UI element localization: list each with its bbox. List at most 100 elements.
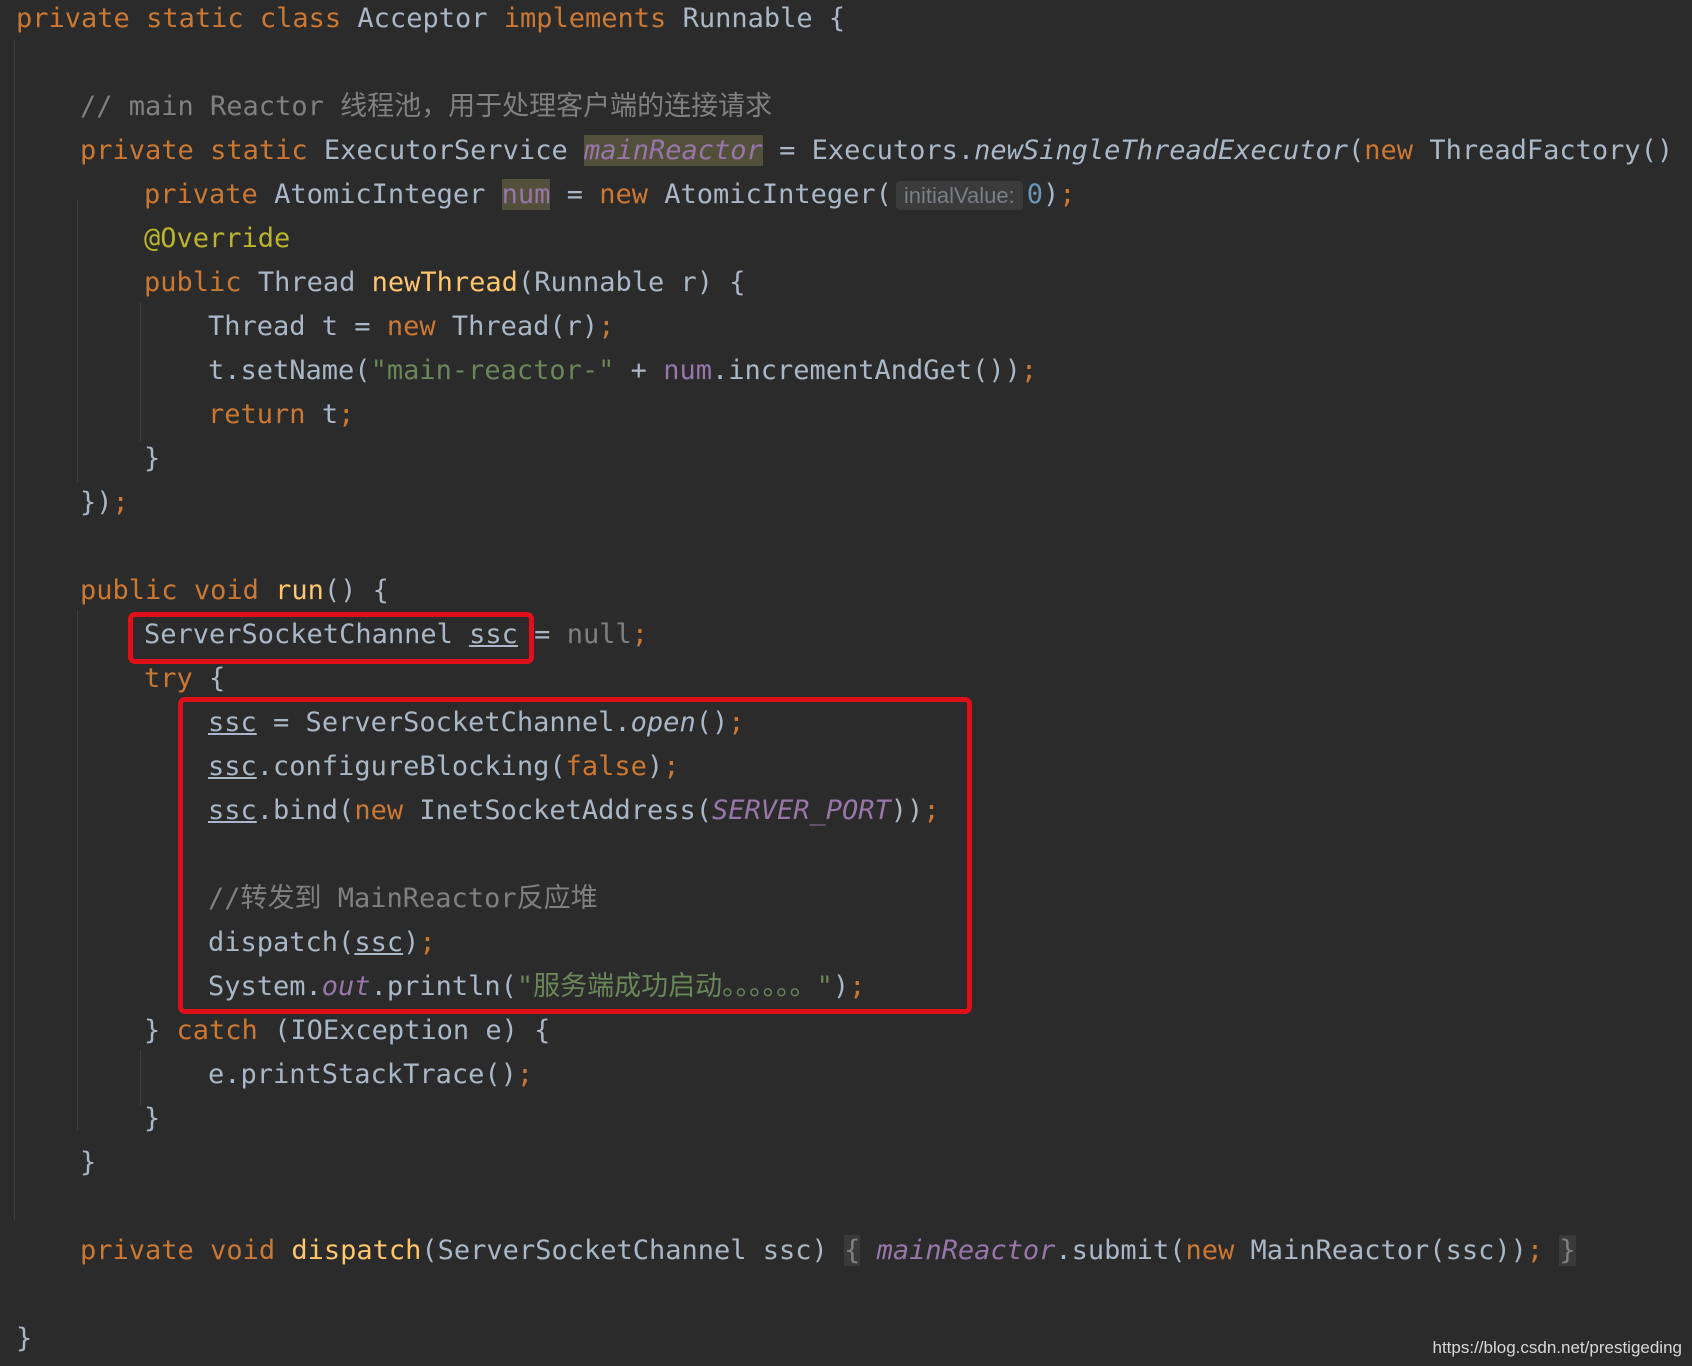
code-line-4[interactable]: private static ExecutorService mainReact… — [80, 129, 1692, 173]
code-token: = Executors. — [779, 135, 975, 166]
indent-guide — [77, 610, 78, 1130]
indent-guide — [140, 1050, 141, 1106]
code-token: = — [534, 619, 567, 650]
code-token: private — [80, 135, 194, 166]
code-line-12[interactable]: }); — [80, 481, 129, 525]
code-token: mainReactor — [583, 135, 763, 166]
code-token: num — [501, 179, 551, 210]
code-line-25[interactable]: e.printStackTrace(); — [208, 1053, 533, 1097]
code-token: (IOException e) { — [274, 1015, 551, 1046]
highlight-box-declaration — [128, 612, 534, 664]
code-token: class — [259, 3, 342, 34]
code-token: { — [828, 3, 846, 34]
code-token: = — [566, 179, 583, 210]
code-token: new — [386, 311, 436, 342]
code-token: }) — [80, 487, 113, 518]
code-token: { — [209, 663, 226, 694]
code-token: void — [210, 1235, 276, 1266]
code-line-8[interactable]: Thread t = new Thread(r); — [208, 305, 614, 349]
code-token: ; — [516, 1059, 534, 1090]
code-token: ; — [338, 399, 355, 430]
code-token: private — [80, 1235, 194, 1266]
code-token: (ServerSocketChannel ssc) — [421, 1235, 828, 1266]
code-token: void — [193, 575, 259, 606]
indent-guide — [14, 40, 15, 1220]
code-token: ; — [112, 487, 129, 518]
code-token: Thread t = — [208, 311, 371, 342]
code-token: dispatch — [291, 1235, 422, 1266]
code-token: t — [321, 399, 339, 430]
code-token: } — [144, 1015, 161, 1046]
code-token: } — [144, 1103, 161, 1134]
code-token: } — [80, 1147, 97, 1178]
code-token: t.setName( — [208, 355, 371, 386]
code-token: Thread — [257, 267, 356, 298]
code-token: ( — [1348, 135, 1365, 166]
code-line-10[interactable]: return t; — [208, 393, 354, 437]
code-token: ; — [598, 311, 615, 342]
code-token: e.printStackTrace() — [208, 1059, 517, 1090]
code-line-3[interactable]: // main Reactor 线程池，用于处理客户端的连接请求 — [80, 85, 772, 129]
indent-guide — [140, 302, 141, 442]
code-token: ; — [1526, 1235, 1544, 1266]
code-token: .incrementAndGet()) — [711, 355, 1021, 386]
code-line-6[interactable]: @Override — [144, 217, 290, 261]
code-token: static — [146, 3, 244, 34]
code-string: "main-reactor-" — [370, 355, 615, 386]
code-line-14[interactable]: public void run() { — [80, 569, 389, 613]
code-line-5[interactable]: private AtomicInteger num = new AtomicIn… — [144, 173, 1076, 217]
code-token: catch — [176, 1015, 258, 1046]
code-line-11[interactable]: } — [144, 437, 160, 481]
code-line-9[interactable]: t.setName("main-reactor-" + num.incremen… — [208, 349, 1037, 393]
code-line-24[interactable]: } catch (IOException e) { — [144, 1009, 550, 1053]
code-token: newThread — [371, 267, 518, 298]
code-token: ; — [1020, 355, 1038, 386]
parameter-hint: initialValue: — [895, 181, 1023, 210]
code-token: Thread(r) — [451, 311, 599, 342]
code-token: return — [208, 399, 306, 430]
code-token: ) — [1043, 179, 1060, 210]
code-token: implements — [503, 3, 667, 34]
watermark: https://blog.csdn.net/prestigeding — [1432, 1338, 1683, 1357]
code-token: private — [144, 179, 258, 210]
code-line-7[interactable]: public Thread newThread(Runnable r) { — [144, 261, 746, 305]
code-token: ; — [1059, 179, 1076, 210]
code-token: new — [1185, 1235, 1235, 1266]
code-token: new — [1364, 135, 1414, 166]
code-token: private — [16, 3, 130, 34]
code-token: AtomicInteger( — [664, 179, 892, 210]
code-token: + — [630, 355, 647, 386]
highlight-box-try-block — [178, 697, 972, 1014]
code-token: public — [80, 575, 178, 606]
code-token: MainReactor(ssc)) — [1250, 1235, 1527, 1266]
code-token: public — [144, 267, 242, 298]
code-line-29[interactable]: private void dispatch(ServerSocketChanne… — [80, 1229, 1576, 1273]
code-token: ThreadFactory() { — [1429, 135, 1692, 166]
fold-marker[interactable]: { — [844, 1235, 861, 1266]
code-token: static — [210, 135, 308, 166]
code-token: newSingleThreadExecutor — [974, 135, 1349, 166]
code-annotation: @Override — [144, 223, 291, 254]
code-token: () { — [323, 575, 389, 606]
code-token: new — [599, 179, 649, 210]
code-token: } — [16, 1323, 33, 1354]
code-editor[interactable]: private static class Acceptor implements… — [0, 0, 1692, 1366]
code-line-27[interactable]: } — [80, 1141, 96, 1185]
code-token: run — [275, 575, 324, 606]
fold-marker[interactable]: } — [1559, 1235, 1576, 1266]
code-token: Acceptor — [357, 3, 488, 34]
code-token: Runnable — [682, 3, 813, 34]
code-token: null — [566, 619, 632, 650]
code-token: mainReactor — [876, 1235, 1056, 1266]
code-comment: // main Reactor 线程池，用于处理客户端的连接请求 — [80, 91, 773, 122]
code-token: } — [144, 443, 161, 474]
code-token: ExecutorService — [323, 135, 568, 166]
code-line-31[interactable]: } — [16, 1317, 32, 1361]
code-line-1[interactable]: private static class Acceptor implements… — [16, 0, 845, 41]
code-token: (Runnable r) { — [517, 267, 746, 298]
code-token: num — [663, 355, 712, 386]
code-token: try — [144, 663, 193, 694]
code-token: AtomicInteger — [274, 179, 486, 210]
code-token: .submit( — [1055, 1235, 1186, 1266]
code-line-26[interactable]: } — [144, 1097, 160, 1141]
